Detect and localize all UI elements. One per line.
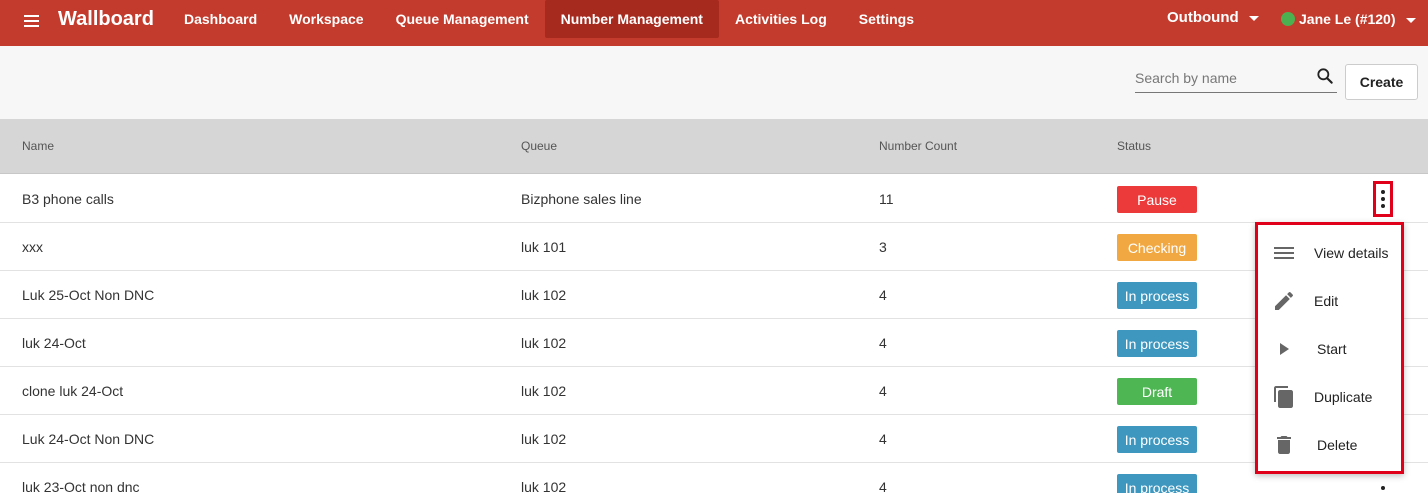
row-actions-kebab-icon[interactable] [1373,181,1393,217]
table-row[interactable]: clone luk 24-Oct luk 102 4 Draft [0,367,1428,415]
nav-item-dashboard[interactable]: Dashboard [168,0,273,38]
hamburger-menu-icon[interactable] [22,11,42,31]
cell-queue: luk 102 [521,335,567,351]
status-badge: Checking [1117,234,1197,261]
cell-number-count: 4 [879,383,887,399]
cell-name: Luk 25-Oct Non DNC [22,287,155,303]
status-badge: In process [1117,474,1197,493]
trash-icon [1277,436,1291,454]
menu-item-label: View details [1314,245,1389,261]
cell-queue: luk 102 [521,431,567,447]
column-header-queue[interactable]: Queue [521,139,557,153]
nav-item-number-management[interactable]: Number Management [544,0,719,38]
cell-name: luk 24-Oct [22,335,86,351]
cell-number-count: 11 [879,191,894,207]
create-button[interactable]: Create [1345,64,1418,100]
copy-icon [1274,386,1293,408]
menu-item-edit[interactable]: Edit [1258,281,1401,321]
chevron-down-icon [1248,16,1259,21]
table-header: Name Queue Number Count Status [0,119,1428,174]
pencil-icon [1275,291,1293,310]
cell-number-count: 4 [879,431,887,447]
user-menu[interactable]: Jane Le (#120) [1281,11,1416,27]
column-header-name[interactable]: Name [22,139,54,153]
cell-name: luk 23-Oct non dnc [22,479,140,493]
status-badge: In process [1117,282,1197,309]
search-input[interactable] [1135,64,1313,92]
cell-name: xxx [22,239,43,255]
nav-item-queue-management[interactable]: Queue Management [380,0,545,38]
online-status-dot [1281,12,1295,26]
column-header-number-count[interactable]: Number Count [879,139,957,153]
cell-queue: Bizphone sales line [521,191,642,207]
table-row[interactable]: Luk 25-Oct Non DNC luk 102 4 In process [0,271,1428,319]
user-label: Jane Le (#120) [1299,11,1396,27]
nav-item-settings[interactable]: Settings [843,0,930,38]
cell-queue: luk 101 [521,239,567,255]
row-actions-menu: View details Edit Start Duplicate Delete [1255,222,1404,474]
cell-number-count: 3 [879,239,887,255]
table-row[interactable]: luk 24-Oct luk 102 4 In process [0,319,1428,367]
cell-name: Luk 24-Oct Non DNC [22,431,155,447]
table-row[interactable]: Luk 24-Oct Non DNC luk 102 4 In process [0,415,1428,463]
mode-dropdown[interactable]: Outbound [1167,9,1259,26]
cell-queue: luk 102 [521,287,567,303]
nav-item-activities-log[interactable]: Activities Log [719,0,843,38]
search-icon[interactable] [1315,66,1335,86]
mode-label: Outbound [1167,9,1239,26]
status-badge: Draft [1117,378,1197,405]
table-row[interactable]: B3 phone calls Bizphone sales line 11 Pa… [0,175,1428,223]
menu-item-start[interactable]: Start [1258,329,1401,369]
menu-item-label: Start [1317,341,1347,357]
menu-item-delete[interactable]: Delete [1258,425,1401,465]
cell-number-count: 4 [879,335,887,351]
menu-item-duplicate[interactable]: Duplicate [1258,377,1401,417]
cell-number-count: 4 [879,479,887,493]
cell-name: B3 phone calls [22,191,114,207]
cell-queue: luk 102 [521,383,567,399]
search-box [1135,64,1337,93]
row-actions-kebab-icon[interactable] [1373,477,1393,493]
cell-number-count: 4 [879,287,887,303]
menu-item-label: Delete [1317,437,1358,453]
status-badge: In process [1117,330,1197,357]
toolbar: Create [0,46,1428,119]
play-icon [1280,343,1289,355]
status-badge: Pause [1117,186,1197,213]
cell-queue: luk 102 [521,479,567,493]
table-row[interactable]: xxx luk 101 3 Checking [0,223,1428,271]
menu-item-label: Duplicate [1314,389,1373,405]
list-icon [1274,247,1294,259]
column-header-status[interactable]: Status [1117,139,1151,153]
table-row[interactable]: luk 23-Oct non dnc luk 102 4 In process [0,463,1428,493]
chevron-down-icon [1405,17,1416,23]
status-badge: In process [1117,426,1197,453]
cell-name: clone luk 24-Oct [22,383,124,399]
menu-item-label: Edit [1314,293,1339,309]
top-bar: Wallboard Dashboard Workspace Queue Mana… [0,0,1428,46]
nav-item-workspace[interactable]: Workspace [273,0,379,38]
menu-item-view-details[interactable]: View details [1258,233,1401,273]
app-title: Wallboard [58,8,154,30]
main-nav: Dashboard Workspace Queue Management Num… [168,0,930,46]
